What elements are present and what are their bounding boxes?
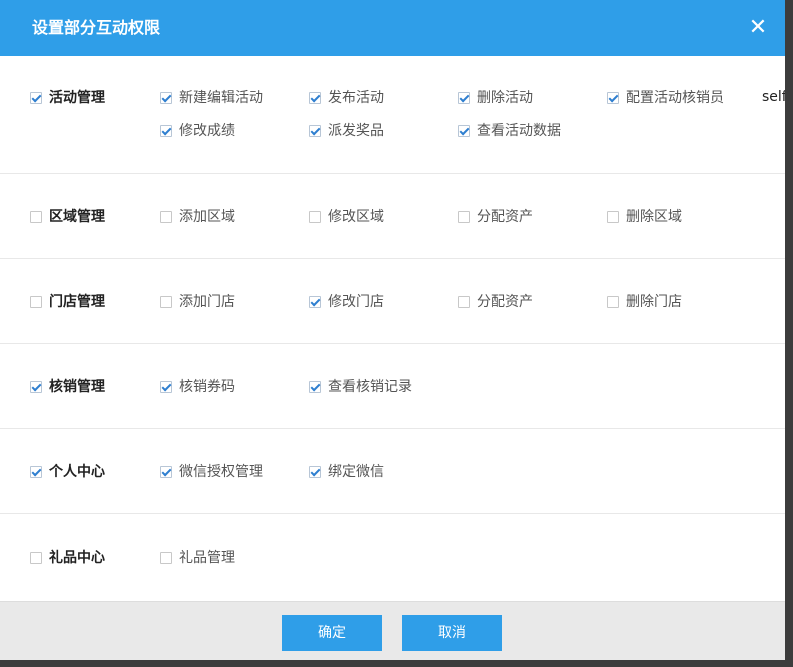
- permission-checkbox[interactable]: [160, 210, 172, 223]
- scrollbar[interactable]: [785, 0, 793, 667]
- permission-section: 区域管理 添加区域 修改区域 分配资产 删除区域: [0, 174, 785, 259]
- permission-checkbox[interactable]: [160, 295, 172, 308]
- permission-checkbox[interactable]: [309, 465, 321, 478]
- permission-checkbox[interactable]: [458, 92, 470, 104]
- permission-checkbox[interactable]: [458, 210, 470, 223]
- permission-section: 门店管理 添加门店 修改门店 分配资产 删除门店: [0, 259, 785, 344]
- permission-label[interactable]: 查看活动数据: [477, 122, 561, 140]
- section-label[interactable]: 礼品中心: [49, 549, 105, 567]
- permission-label[interactable]: 添加区域: [179, 208, 235, 226]
- section-checkbox[interactable]: [30, 380, 42, 393]
- permission-checkbox[interactable]: [160, 125, 172, 137]
- permission-checkbox[interactable]: [160, 92, 172, 104]
- section-checkbox[interactable]: [30, 92, 42, 104]
- permission-label[interactable]: 删除门店: [626, 293, 682, 311]
- permission-checkbox[interactable]: [309, 380, 321, 393]
- section-checkbox[interactable]: [30, 465, 42, 478]
- permission-label[interactable]: 绑定微信: [328, 463, 384, 481]
- permission-checkbox[interactable]: [309, 210, 321, 223]
- permission-checkbox[interactable]: [309, 92, 321, 104]
- permission-checkbox[interactable]: [607, 92, 619, 104]
- permissions-dialog: 设置部分互动权限 ✕ 活动管理 新建编辑活动 发布活动 删除活动 配置活动核销员修改成绩…: [0, 0, 787, 667]
- dialog-title: 设置部分互动权限: [32, 18, 161, 37]
- permission-checkbox[interactable]: [160, 551, 172, 564]
- dialog-footer: 确定 取消: [0, 601, 785, 660]
- permission-label[interactable]: 修改门店: [328, 293, 384, 311]
- section-label[interactable]: 门店管理: [49, 293, 105, 311]
- confirm-button[interactable]: 确定: [282, 615, 382, 651]
- permission-checkbox[interactable]: [607, 210, 619, 223]
- permission-checkbox[interactable]: [458, 125, 470, 137]
- permission-label[interactable]: 分配资产: [477, 293, 533, 311]
- permission-label[interactable]: 修改区域: [328, 208, 384, 226]
- dialog-header: 设置部分互动权限 ✕: [0, 0, 785, 56]
- stray-text: self: [762, 89, 787, 105]
- permission-checkbox[interactable]: [160, 380, 172, 393]
- permission-section: 核销管理 核销券码 查看核销记录: [0, 344, 785, 429]
- permission-section: 活动管理 新建编辑活动 发布活动 删除活动 配置活动核销员修改成绩 派发奖品 查看活动数据: [0, 56, 785, 174]
- permission-checkbox[interactable]: [607, 295, 619, 308]
- permission-label[interactable]: 分配资产: [477, 208, 533, 226]
- permission-checkbox[interactable]: [309, 125, 321, 137]
- section-label[interactable]: 活动管理: [49, 89, 105, 107]
- permission-checkbox[interactable]: [458, 295, 470, 308]
- section-checkbox[interactable]: [30, 551, 42, 564]
- permission-label[interactable]: 删除区域: [626, 208, 682, 226]
- section-label[interactable]: 个人中心: [49, 463, 105, 481]
- permission-label[interactable]: 删除活动: [477, 89, 533, 107]
- permission-label[interactable]: 派发奖品: [328, 122, 384, 140]
- section-checkbox[interactable]: [30, 295, 42, 308]
- permission-label[interactable]: 新建编辑活动: [179, 89, 263, 107]
- permission-label[interactable]: 修改成绩: [179, 122, 235, 140]
- permission-label[interactable]: 微信授权管理: [179, 463, 263, 481]
- permission-label[interactable]: 查看核销记录: [328, 378, 412, 396]
- permission-checkbox[interactable]: [160, 465, 172, 478]
- permission-label[interactable]: 配置活动核销员: [626, 89, 724, 107]
- permission-checkbox[interactable]: [309, 295, 321, 308]
- dialog-body: 活动管理 新建编辑活动 发布活动 删除活动 配置活动核销员修改成绩 派发奖品 查看活动数据区…: [0, 56, 785, 601]
- permission-section: 个人中心 微信授权管理 绑定微信: [0, 429, 785, 514]
- close-icon[interactable]: ✕: [746, 14, 770, 42]
- permission-section: 礼品中心 礼品管理: [0, 514, 785, 601]
- section-label[interactable]: 区域管理: [49, 208, 105, 226]
- permission-label[interactable]: 礼品管理: [179, 549, 235, 567]
- section-label[interactable]: 核销管理: [49, 378, 105, 396]
- permission-label[interactable]: 发布活动: [328, 89, 384, 107]
- permission-label[interactable]: 添加门店: [179, 293, 235, 311]
- cancel-button[interactable]: 取消: [402, 615, 502, 651]
- window-bottom-edge: [0, 660, 793, 667]
- section-checkbox[interactable]: [30, 210, 42, 223]
- permission-label[interactable]: 核销券码: [179, 378, 235, 396]
